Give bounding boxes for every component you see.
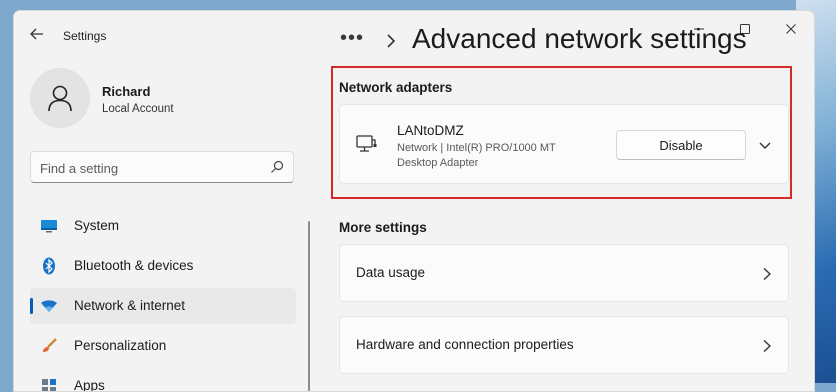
chevron-right-icon (763, 339, 772, 353)
search-icon[interactable] (270, 160, 284, 174)
wifi-icon (40, 297, 58, 315)
sidebar-item-label: Apps (74, 378, 105, 392)
more-settings-heading: More settings (339, 220, 427, 235)
sidebar-item-system[interactable]: System (30, 208, 296, 244)
sidebar-item-label: Network & internet (74, 298, 186, 313)
avatar[interactable] (30, 68, 90, 128)
sidebar-item-label: System (74, 218, 120, 233)
sidebar-item-personalization[interactable]: Personalization (30, 328, 296, 364)
sidebar-item-label: Personalization (74, 338, 167, 353)
adapter-card[interactable]: LANtoDMZ Network | Intel(R) PRO/1000 MT … (339, 104, 789, 184)
user-name: Richard (102, 84, 151, 99)
breadcrumb-overflow-button[interactable]: ••• (340, 27, 364, 50)
sidebar-item-bluetooth-devices[interactable]: Bluetooth & devices (30, 248, 296, 284)
system-icon (40, 217, 58, 235)
person-icon (48, 85, 72, 112)
chevron-down-icon[interactable] (758, 138, 772, 152)
back-arrow-icon (30, 28, 43, 40)
sidebar-item-apps[interactable]: Apps (30, 368, 296, 392)
page-title: Advanced network settings (412, 23, 747, 54)
sidebar-item-network-internet[interactable]: Network & internet (30, 288, 296, 324)
app-title: Settings (63, 29, 107, 43)
search-box[interactable] (30, 151, 294, 183)
settings-window: Settings Richard Local Account System (13, 10, 815, 392)
search-input[interactable] (40, 159, 260, 177)
settings-item-label: Data usage (356, 265, 426, 280)
back-button[interactable] (28, 25, 46, 43)
data-usage-item[interactable]: Data usage (339, 244, 789, 302)
chevron-right-icon (763, 267, 772, 281)
network-adapters-heading: Network adapters (339, 80, 453, 95)
adapter-description: Network | Intel(R) PRO/1000 MT (397, 142, 556, 154)
close-button[interactable] (768, 15, 814, 43)
adapter-description: Desktop Adapter (397, 157, 479, 169)
sidebar-scrollbar[interactable] (308, 221, 310, 391)
close-icon (786, 24, 796, 34)
bluetooth-icon (40, 257, 58, 275)
adapter-name: LANtoDMZ (397, 123, 464, 138)
apps-icon (40, 377, 58, 391)
chevron-right-icon (387, 34, 396, 48)
sidebar-item-label: Bluetooth & devices (74, 258, 194, 273)
account-type: Local Account (102, 103, 174, 115)
disable-button[interactable]: Disable (616, 130, 746, 160)
selection-indicator (30, 298, 33, 314)
settings-item-label: Hardware and connection properties (356, 337, 574, 352)
ethernet-adapter-icon (356, 135, 377, 152)
brush-icon (40, 337, 58, 355)
hardware-connection-properties-item[interactable]: Hardware and connection properties (339, 316, 789, 374)
